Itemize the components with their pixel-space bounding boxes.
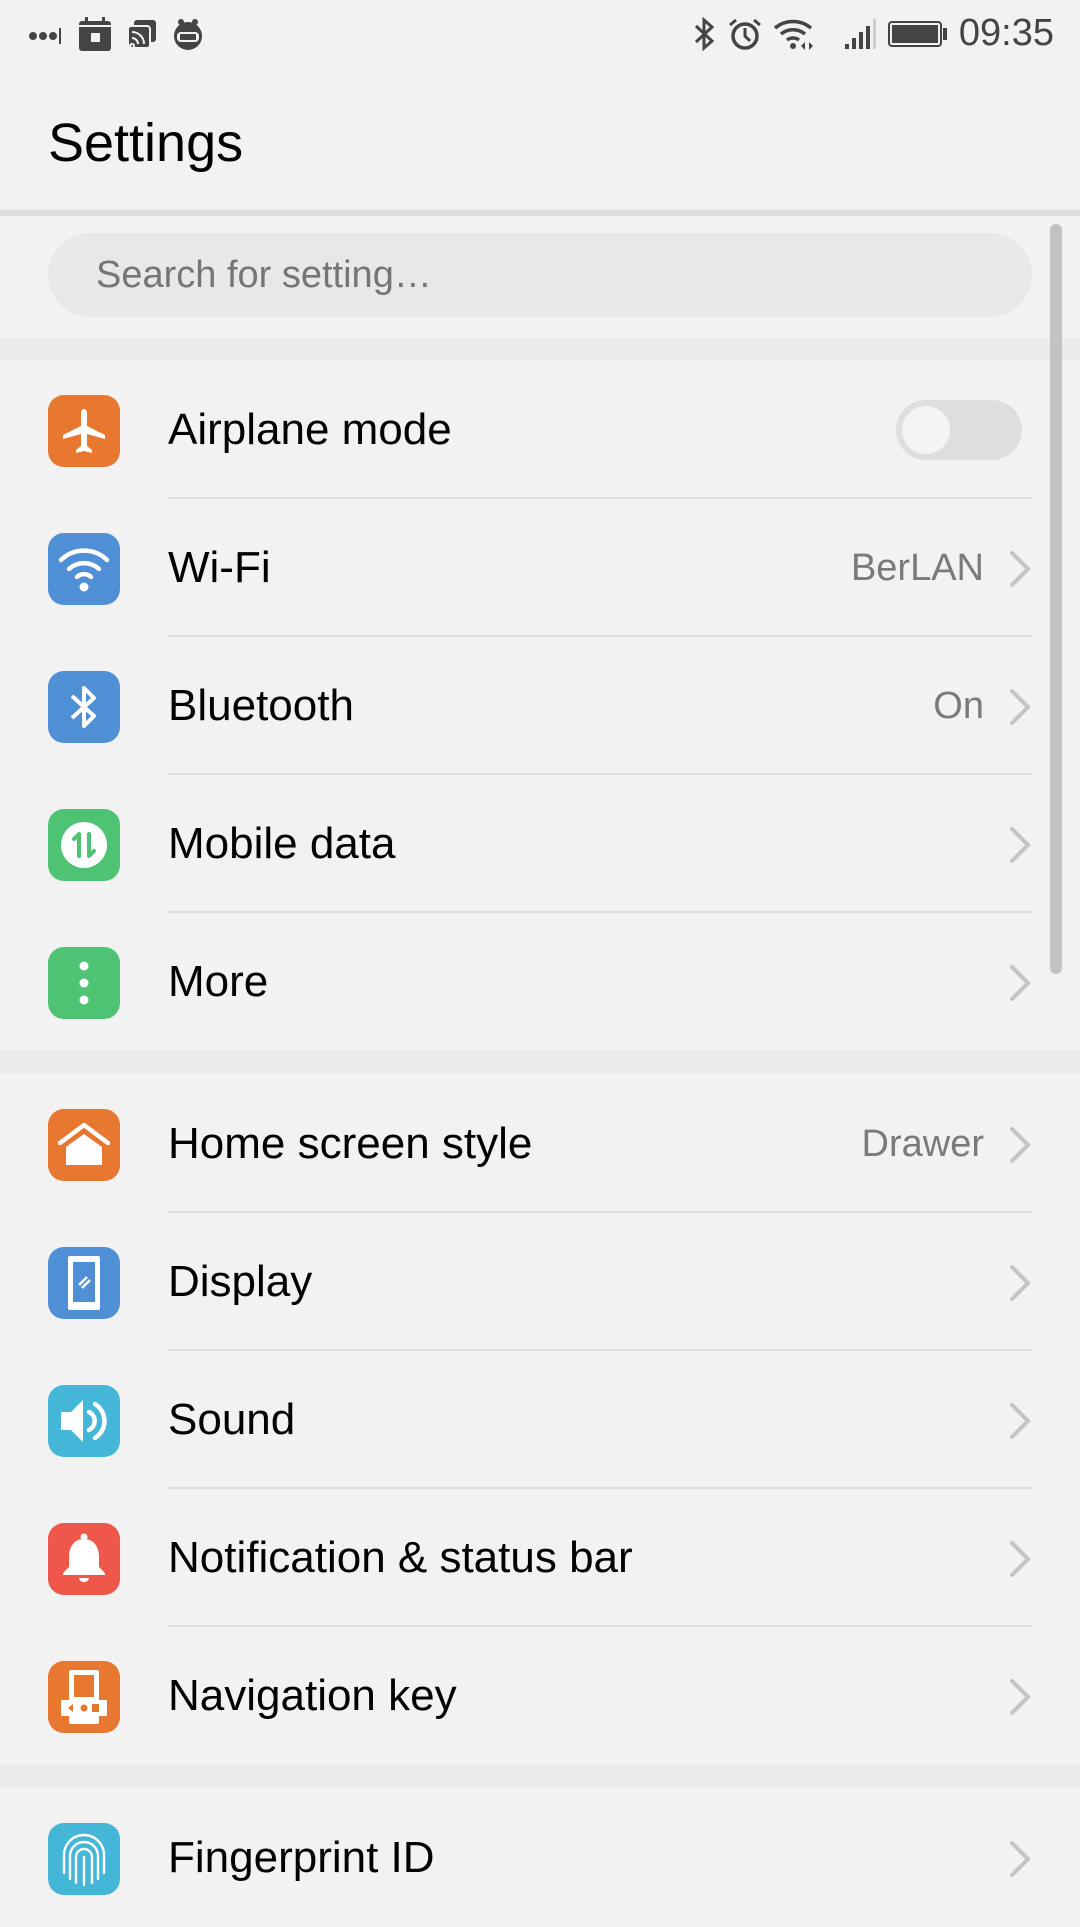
chevron-right-icon: [1010, 965, 1031, 1001]
item-label: Mobile data: [168, 819, 396, 868]
item-label: Notification & status bar: [168, 1533, 633, 1582]
status-bar: 09:35: [0, 0, 1080, 72]
more-notifications-icon: [29, 28, 61, 44]
navigation-key-icon: [48, 1661, 120, 1733]
settings-item-sound[interactable]: Sound: [0, 1351, 1040, 1489]
settings-item-display[interactable]: Display: [0, 1213, 1040, 1351]
toggle-knob: [902, 406, 950, 454]
bluetooth-icon: [48, 671, 120, 743]
chevron-right-icon: [1010, 689, 1031, 725]
item-label: Navigation key: [168, 1671, 457, 1720]
settings-item-bluetooth[interactable]: Bluetooth On: [0, 637, 1040, 775]
wifi-icon: [48, 533, 120, 605]
home-icon: [48, 1109, 120, 1181]
item-label: Wi-Fi: [168, 543, 271, 592]
search-input[interactable]: [48, 233, 1032, 317]
item-value: On: [933, 685, 984, 727]
sound-icon: [48, 1385, 120, 1457]
item-label: Bluetooth: [168, 681, 354, 730]
cast-icon: [127, 20, 156, 49]
settings-item-mobile-data[interactable]: Mobile data: [0, 775, 1040, 913]
app-notification-icon: [174, 19, 202, 50]
settings-item-navigation-key[interactable]: Navigation key: [0, 1627, 1040, 1765]
wifi-icon: [773, 19, 813, 50]
fingerprint-icon: [48, 1823, 120, 1895]
item-label: Display: [168, 1257, 313, 1306]
more-icon: [48, 947, 120, 1019]
chevron-right-icon: [1010, 1841, 1031, 1877]
page-title: Settings: [48, 113, 244, 173]
airplane-mode-toggle[interactable]: [896, 400, 1022, 460]
bluetooth-icon: [694, 16, 715, 51]
settings-item-notification-status-bar[interactable]: Notification & status bar: [0, 1489, 1040, 1627]
section-divider: [0, 1764, 1080, 1788]
bell-icon: [48, 1523, 120, 1595]
chevron-right-icon: [1010, 1679, 1031, 1715]
scrollbar[interactable]: [1050, 224, 1062, 974]
display-icon: [48, 1247, 120, 1319]
item-value: Drawer: [861, 1123, 984, 1165]
signal-icon: [844, 18, 876, 49]
battery-icon: [887, 20, 947, 47]
section-divider: [0, 338, 1080, 360]
item-label: Fingerprint ID: [168, 1833, 435, 1882]
calendar-icon: [79, 17, 111, 51]
mobile-data-icon: [48, 809, 120, 881]
airplane-icon: [48, 395, 120, 467]
alarm-icon: [728, 18, 761, 50]
header-divider: [0, 210, 1080, 216]
settings-item-more[interactable]: More: [0, 913, 1040, 1051]
chevron-right-icon: [1010, 1403, 1031, 1439]
item-value: BerLAN: [850, 547, 984, 589]
settings-item-airplane-mode[interactable]: Airplane mode: [0, 361, 1040, 499]
settings-item-home-screen-style[interactable]: Home screen style Drawer: [0, 1075, 1040, 1213]
item-label: More: [168, 957, 269, 1006]
clock: 09:35: [958, 12, 1054, 54]
item-label: Sound: [168, 1395, 296, 1444]
settings-item-wifi[interactable]: Wi-Fi BerLAN: [0, 499, 1040, 637]
chevron-right-icon: [1010, 1127, 1031, 1163]
item-label: Airplane mode: [168, 405, 452, 454]
settings-item-fingerprint-id[interactable]: Fingerprint ID: [0, 1789, 1040, 1927]
item-label: Home screen style: [168, 1119, 533, 1168]
chevron-right-icon: [1010, 551, 1031, 587]
chevron-right-icon: [1010, 1265, 1031, 1301]
chevron-right-icon: [1010, 1541, 1031, 1577]
chevron-right-icon: [1010, 827, 1031, 863]
section-divider: [0, 1050, 1080, 1074]
